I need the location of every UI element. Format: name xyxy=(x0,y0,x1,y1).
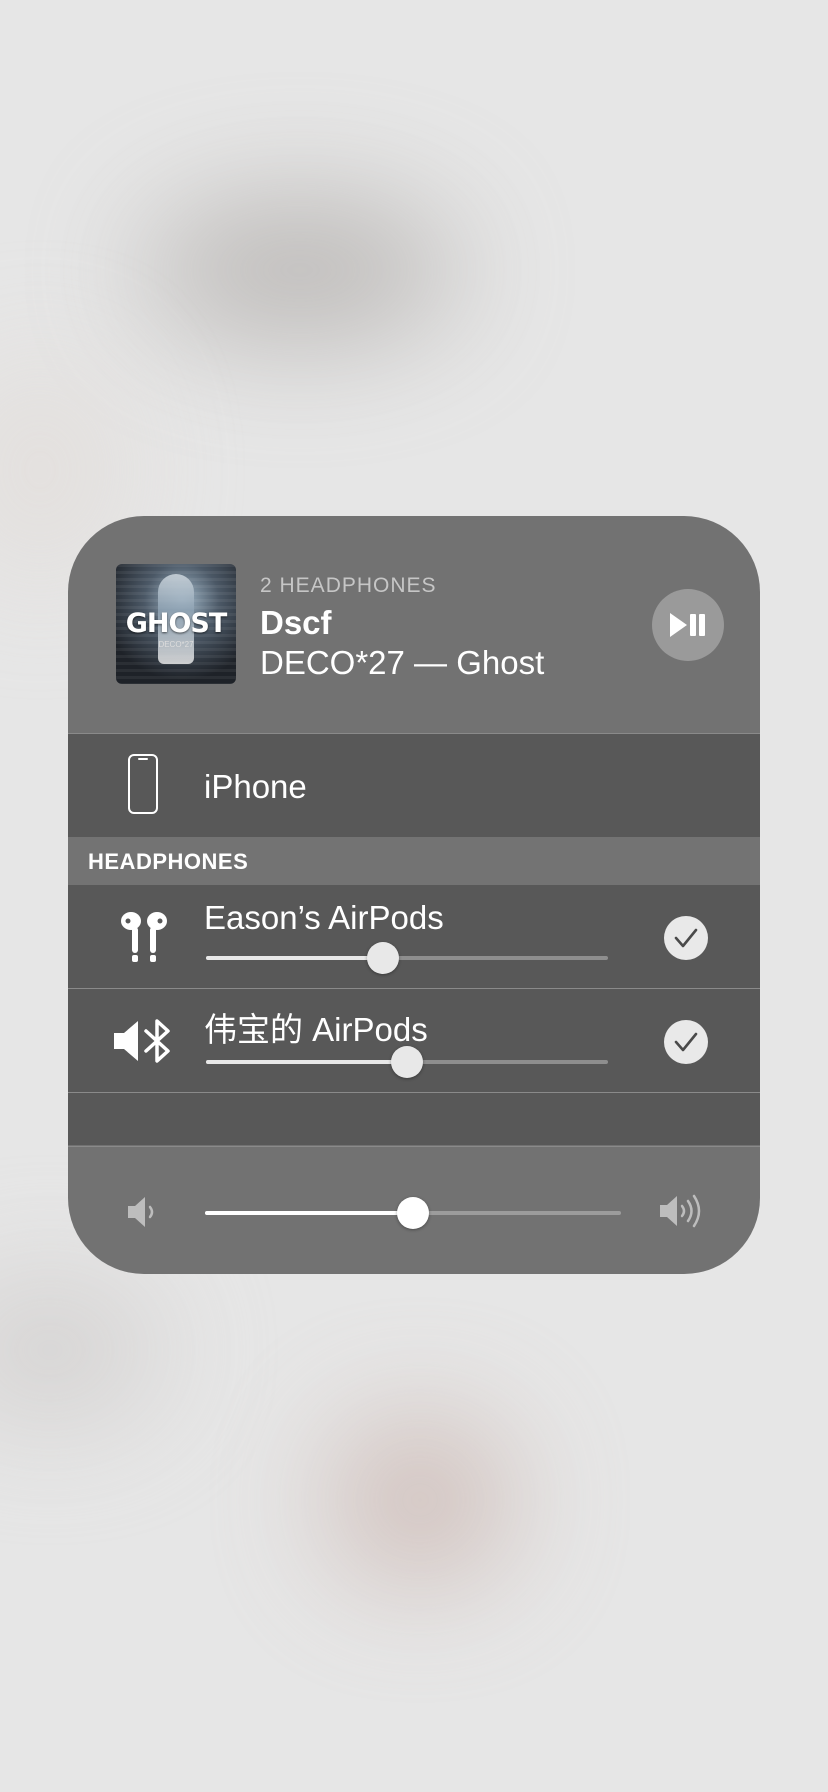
section-header-label: HEADPHONES xyxy=(88,849,249,874)
eason-airpods-volume-slider[interactable] xyxy=(206,942,608,974)
slider-knob[interactable] xyxy=(397,1197,429,1229)
master-volume-area xyxy=(68,1146,760,1274)
play-pause-button[interactable] xyxy=(652,589,724,661)
route-count-label: 2 HEADPHONES xyxy=(260,574,437,597)
empty-route-row xyxy=(68,1092,760,1145)
audio-output-panel: GHOST DECO*27 2 HEADPHONES Dscf DECO*27 … xyxy=(68,516,760,1274)
slider-knob[interactable] xyxy=(391,1046,423,1078)
slider-fill xyxy=(205,1211,413,1215)
track-title: Dscf xyxy=(260,604,332,641)
airpods-icon xyxy=(121,912,167,962)
slider-fill xyxy=(206,956,383,960)
slider-knob[interactable] xyxy=(366,942,399,974)
route-iphone-label: iPhone xyxy=(204,768,307,805)
eason-airpods-checkmark[interactable] xyxy=(664,916,708,960)
slider-fill xyxy=(206,1060,407,1064)
route-weibao-airpods[interactable]: 伟宝的 AirPods xyxy=(68,988,760,1092)
checkmark-icon xyxy=(674,1032,698,1052)
now-playing-header: GHOST DECO*27 2 HEADPHONES Dscf DECO*27 … xyxy=(68,516,760,732)
play-pause-icon xyxy=(670,613,705,637)
background-blur-shape xyxy=(0,1280,160,1420)
speaker-bluetooth-icon xyxy=(114,1019,170,1063)
weibao-airpods-volume-slider[interactable] xyxy=(206,1046,608,1078)
master-volume-slider[interactable] xyxy=(205,1197,621,1229)
background-blur-shape xyxy=(330,1420,510,1580)
volume-low-icon xyxy=(128,1197,154,1227)
volume-high-icon xyxy=(660,1194,701,1228)
headphones-section-header: HEADPHONES xyxy=(68,837,760,885)
artwork-title: GHOST xyxy=(125,608,228,639)
album-artwork: GHOST DECO*27 xyxy=(116,564,236,684)
route-eason-airpods-label: Eason’s AirPods xyxy=(204,899,444,936)
artwork-subtitle: DECO*27 xyxy=(158,640,194,649)
track-artist-album: DECO*27 — Ghost xyxy=(260,644,545,681)
weibao-airpods-checkmark[interactable] xyxy=(664,1020,708,1064)
route-iphone[interactable]: iPhone xyxy=(68,733,760,838)
iphone-icon xyxy=(128,754,158,814)
route-eason-airpods[interactable]: Eason’s AirPods xyxy=(68,885,760,988)
background-blur-shape xyxy=(140,200,460,340)
checkmark-icon xyxy=(674,928,698,948)
route-weibao-airpods-label: 伟宝的 AirPods xyxy=(204,1011,428,1048)
